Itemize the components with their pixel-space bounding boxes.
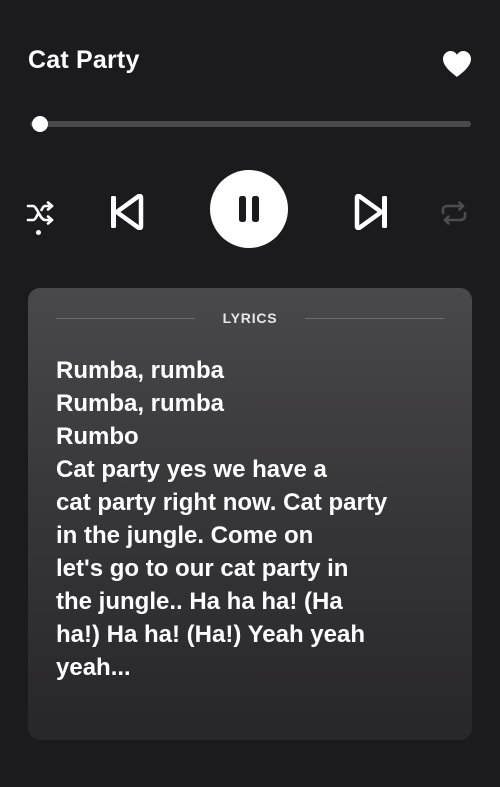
lyrics-line: Rumbo bbox=[56, 423, 139, 450]
lyrics-line: let's go to our cat party in bbox=[56, 555, 349, 582]
lyrics-line: yeah... bbox=[56, 654, 131, 681]
lyrics-line: the jungle.. Ha ha ha! (Ha bbox=[56, 588, 343, 615]
lyrics-line: Rumba, rumba bbox=[56, 357, 225, 384]
lyrics-line: Cat party yes we have a bbox=[56, 456, 327, 483]
lyrics-line: ha!) Ha ha! (Ha!) Yeah yeah bbox=[56, 621, 365, 648]
divider bbox=[56, 317, 195, 319]
play-pause-button[interactable] bbox=[210, 170, 288, 248]
skip-previous-icon bbox=[111, 194, 144, 230]
repeat-icon bbox=[441, 201, 467, 225]
lyrics-line: in the jungle. Come on bbox=[56, 522, 314, 549]
lyrics-line: Rumba, rumba bbox=[56, 390, 225, 417]
previous-track-button[interactable] bbox=[104, 190, 148, 234]
pause-icon bbox=[239, 196, 259, 222]
now-playing-screen: Cat Party LYRICS Rumba, rumba Rumba, rum… bbox=[0, 0, 500, 787]
heart-icon bbox=[443, 51, 471, 77]
divider bbox=[305, 317, 445, 319]
lyrics-header: LYRICS bbox=[56, 308, 445, 328]
progress-handle[interactable] bbox=[32, 116, 48, 132]
skip-next-icon bbox=[354, 194, 387, 230]
playback-controls bbox=[0, 168, 500, 248]
lyrics-line: cat party right now. Cat party bbox=[56, 489, 388, 516]
repeat-button[interactable] bbox=[438, 198, 470, 228]
like-button[interactable] bbox=[442, 50, 472, 78]
next-track-button[interactable] bbox=[350, 190, 394, 234]
progress-bar[interactable] bbox=[30, 116, 471, 132]
track-title: Cat Party bbox=[28, 46, 140, 74]
shuffle-button[interactable] bbox=[24, 198, 58, 228]
shuffle-active-indicator bbox=[36, 230, 41, 235]
lyrics-card[interactable]: LYRICS Rumba, rumba Rumba, rumba Rumbo C… bbox=[28, 288, 472, 740]
shuffle-icon bbox=[26, 201, 54, 225]
lyrics-label: LYRICS bbox=[222, 310, 278, 326]
lyrics-text: Rumba, rumba Rumba, rumba Rumbo Cat part… bbox=[56, 354, 436, 684]
